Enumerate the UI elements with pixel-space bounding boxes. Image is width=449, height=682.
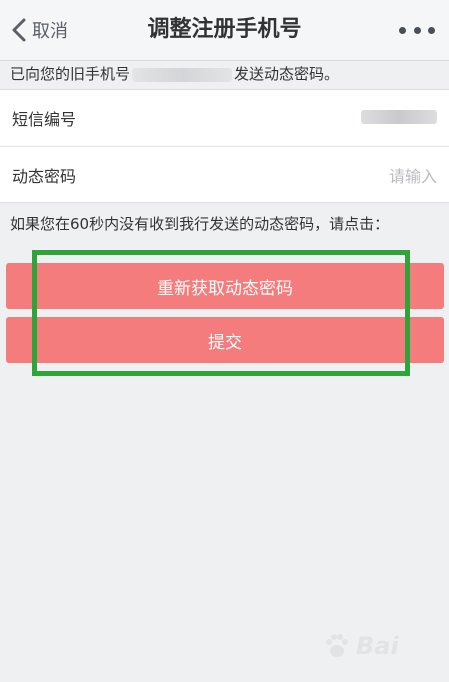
watermark-text: Bai <box>356 632 399 660</box>
sent-notice: 已向您的旧手机号 发送动态密码。 <box>10 61 440 87</box>
otp-input[interactable] <box>255 161 439 191</box>
more-menu-icon[interactable] <box>399 20 435 40</box>
otp-row: 动态密码 <box>0 146 449 202</box>
dot <box>413 26 421 34</box>
top-bar: 取消 调整注册手机号 <box>0 0 449 61</box>
masked-phone-number <box>132 67 233 82</box>
submit-button[interactable]: 提交 <box>6 317 444 363</box>
notice-suffix: 发送动态密码。 <box>234 65 340 83</box>
otp-label: 动态密码 <box>12 166 77 186</box>
sms-number-value-masked <box>361 110 437 124</box>
page-title: 调整注册手机号 <box>147 17 302 42</box>
resend-otp-button[interactable]: 重新获取动态密码 <box>6 263 444 309</box>
verification-form: 短信编号 动态密码 <box>0 89 449 203</box>
sms-number-label: 短信编号 <box>12 110 77 129</box>
notice-prefix: 已向您的旧手机号 <box>10 65 131 83</box>
resend-hint: 如果您在60秒内没有收到我行发送的动态密码，请点击： <box>10 215 390 233</box>
sms-number-row: 短信编号 <box>0 90 449 146</box>
dot <box>399 26 406 34</box>
watermark-logo: Bai <box>322 624 442 668</box>
dot <box>428 26 435 34</box>
paw-icon <box>326 634 348 657</box>
